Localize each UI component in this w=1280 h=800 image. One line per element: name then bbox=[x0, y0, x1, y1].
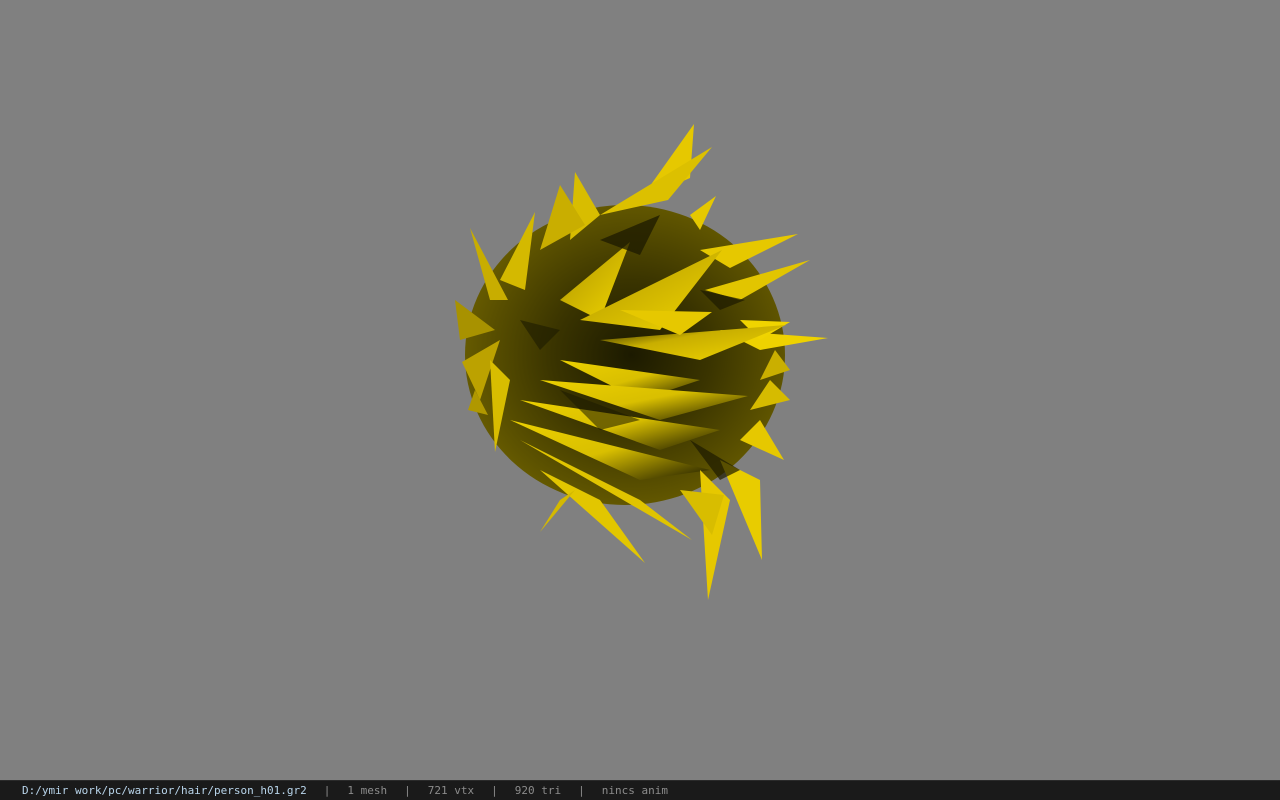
status-bar: D:/ymir work/pc/warrior/hair/person_h01.… bbox=[0, 780, 1280, 800]
status-separator: | bbox=[323, 784, 331, 797]
hair-model-render[interactable] bbox=[0, 0, 1280, 780]
vertex-count: 721 vtx bbox=[427, 784, 475, 797]
mesh-count: 1 mesh bbox=[347, 784, 388, 797]
status-separator: | bbox=[578, 784, 585, 797]
3d-viewport[interactable] bbox=[0, 0, 1280, 780]
file-path: D:/ymir work/pc/warrior/hair/person_h01.… bbox=[22, 784, 307, 797]
triangle-count: 920 tri bbox=[514, 784, 562, 797]
status-separator: | bbox=[491, 784, 498, 797]
status-separator: | bbox=[404, 784, 411, 797]
animation-status: nincs anim bbox=[601, 784, 668, 797]
